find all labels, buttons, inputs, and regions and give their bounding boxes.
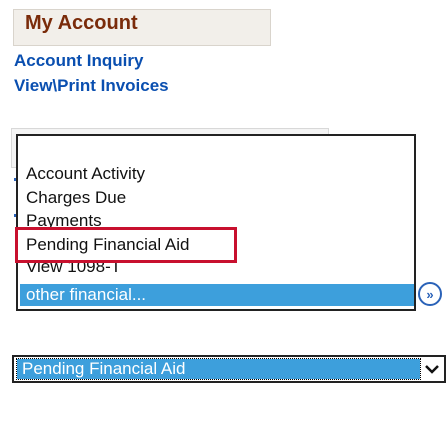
account-select[interactable]: Pending Financial Aid <box>12 355 446 383</box>
account-inquiry-link[interactable]: Account Inquiry <box>14 51 143 71</box>
list-item-account-activity[interactable]: Account Activity <box>26 164 145 184</box>
list-item-view-1098-t[interactable]: View 1098-T <box>26 257 121 277</box>
list-item-charges-due[interactable]: Charges Due <box>26 188 126 208</box>
list-item-other-financial[interactable]: other financial... <box>20 284 414 306</box>
double-chevron-right-icon: » <box>426 286 434 302</box>
select-selected-value: Pending Financial Aid <box>16 358 421 380</box>
list-item-payments[interactable]: Payments <box>26 211 102 231</box>
chevron-down-icon[interactable] <box>422 359 442 379</box>
list-item-pending-financial-aid[interactable]: Pending Financial Aid <box>26 235 190 255</box>
view-print-invoices-link[interactable]: View\Print Invoices <box>14 76 169 96</box>
go-button[interactable]: » <box>418 282 442 306</box>
page-title: My Account <box>25 12 138 34</box>
account-options-listbox[interactable]: Account Activity Charges Due Payments Pe… <box>16 134 416 311</box>
